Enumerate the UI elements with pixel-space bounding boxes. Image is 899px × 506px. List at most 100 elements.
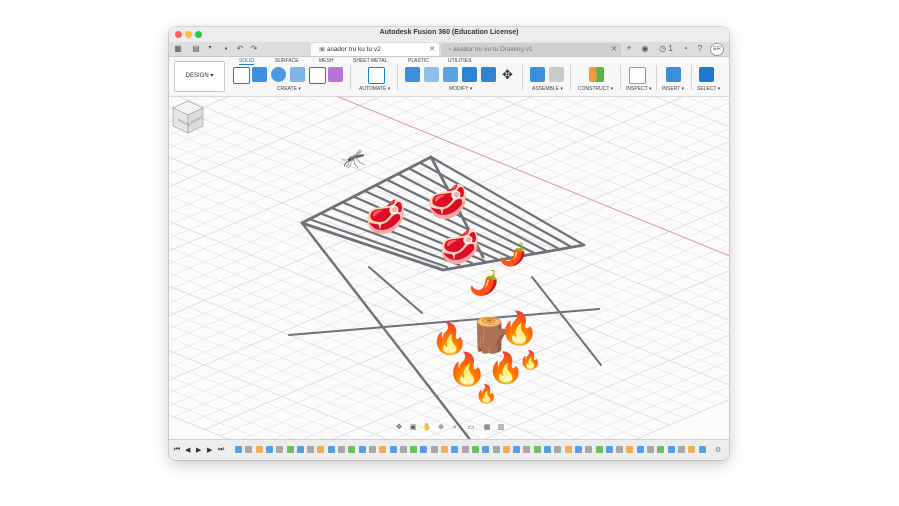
timeline-feature-icon[interactable]: [430, 446, 438, 453]
timeline-feature-icon[interactable]: [492, 446, 500, 453]
timeline-feature-icon[interactable]: [574, 446, 582, 453]
shell-icon[interactable]: [462, 67, 477, 82]
combine-icon[interactable]: [481, 67, 496, 82]
help-icon[interactable]: ?: [695, 44, 705, 53]
look-at-icon[interactable]: ▣: [407, 422, 419, 434]
select-icon[interactable]: [699, 67, 714, 82]
timeline-feature-icon[interactable]: [245, 446, 253, 453]
timeline-feature-icon[interactable]: [379, 446, 387, 453]
chamfer-icon[interactable]: [443, 67, 458, 82]
timeline-feature-icon[interactable]: [523, 446, 531, 453]
job-status-icon[interactable]: ◷ 1: [656, 44, 676, 53]
timeline-feature-icon[interactable]: [420, 446, 428, 453]
canvas-viewport[interactable]: 🦟 🥩 🥩 🥩 🌶️ 🌶️ 🪵 🔥 🔥 🔥 🔥 🔥 🔥 FRONT RIGHT …: [169, 97, 729, 459]
form-icon[interactable]: [328, 67, 343, 82]
view-cube[interactable]: FRONT RIGHT: [169, 97, 207, 137]
assemble-menu[interactable]: ASSEMBLE ▾: [532, 86, 563, 92]
sketch-icon[interactable]: [309, 67, 326, 84]
timeline-feature-icon[interactable]: [276, 446, 284, 453]
grid-settings-icon[interactable]: ▦: [481, 422, 493, 434]
file-menu-icon[interactable]: ▤: [191, 44, 201, 53]
press-pull-icon[interactable]: [405, 67, 420, 82]
timeline-feature-icon[interactable]: [358, 446, 366, 453]
next-step-icon[interactable]: ▶: [207, 446, 212, 454]
tab-surface[interactable]: SURFACE: [275, 58, 299, 64]
data-panel-icon[interactable]: ▦: [173, 44, 183, 53]
timeline-feature-icon[interactable]: [255, 446, 263, 453]
timeline-feature-icon[interactable]: [657, 446, 665, 453]
timeline-feature-icon[interactable]: [338, 446, 345, 453]
orbit-icon[interactable]: ✥: [393, 422, 405, 434]
inspect-menu[interactable]: INSPECT ▾: [626, 86, 651, 92]
play-icon[interactable]: ▶: [196, 446, 201, 454]
timeline-feature-icon[interactable]: [368, 446, 376, 453]
joint-icon[interactable]: [530, 67, 545, 82]
timeline-feature-icon[interactable]: [327, 446, 335, 453]
tab-solid[interactable]: SOLID: [239, 58, 255, 65]
timeline-feature-icon[interactable]: [564, 446, 572, 453]
timeline-feature-icon[interactable]: [647, 446, 654, 453]
zoom-icon[interactable]: ⊕: [435, 422, 447, 434]
timeline-feature-icon[interactable]: [399, 446, 407, 453]
display-settings-icon[interactable]: ▭: [465, 422, 477, 434]
extrude-icon[interactable]: [252, 67, 267, 82]
user-avatar[interactable]: ER: [710, 43, 724, 56]
insert-image-icon[interactable]: [666, 67, 681, 82]
move-icon[interactable]: ✥: [500, 67, 515, 82]
timeline-feature-icon[interactable]: [502, 446, 510, 453]
timeline-feature-icon[interactable]: [451, 446, 459, 453]
timeline-feature-icon[interactable]: [296, 446, 304, 453]
notifications-icon[interactable]: ◔: [680, 44, 690, 53]
insert-menu[interactable]: INSERT ▾: [662, 86, 684, 92]
close-tab-icon[interactable]: ✕: [429, 43, 435, 56]
file-menu-chevron-icon[interactable]: ▾: [205, 44, 215, 53]
timeline-feature-icon[interactable]: [317, 446, 325, 453]
construct-menu[interactable]: CONSTRUCT ▾: [578, 86, 613, 92]
save-icon[interactable]: ▪: [221, 44, 231, 53]
pan-icon[interactable]: ✋: [421, 422, 433, 434]
timeline-feature-icon[interactable]: [533, 446, 541, 453]
timeline-settings-icon[interactable]: ⚙: [715, 446, 721, 454]
timeline-feature-icon[interactable]: [677, 446, 685, 453]
measure-icon[interactable]: [629, 67, 646, 84]
timeline-feature-icon[interactable]: [482, 446, 490, 453]
undo-icon[interactable]: ↶: [235, 44, 245, 53]
timeline-feature-icon[interactable]: [471, 446, 479, 453]
revolve-icon[interactable]: [271, 67, 286, 82]
timeline-feature-icon[interactable]: [461, 446, 469, 453]
timeline-feature-icon[interactable]: [605, 446, 613, 453]
timeline-feature-icon[interactable]: [389, 446, 397, 453]
offset-plane-icon[interactable]: [589, 67, 604, 82]
viewports-icon[interactable]: ▥: [495, 422, 507, 434]
timeline-feature-icon[interactable]: [513, 446, 521, 453]
tab-plastic[interactable]: PLASTIC: [408, 58, 429, 64]
timeline-feature-icon[interactable]: [585, 446, 593, 453]
automate-menu[interactable]: AUTOMATE ▾: [359, 86, 390, 92]
timeline-feature-icon[interactable]: [441, 446, 448, 453]
redo-icon[interactable]: ↷: [249, 44, 259, 53]
timeline-feature-icon[interactable]: [554, 446, 562, 453]
new-component-icon[interactable]: [233, 67, 250, 84]
automate-icon[interactable]: [368, 67, 385, 84]
timeline-feature-icon[interactable]: [595, 446, 603, 453]
first-step-icon[interactable]: ⏮: [174, 446, 180, 454]
new-tab-icon[interactable]: +: [624, 44, 634, 53]
timeline-feature-icon[interactable]: [616, 446, 624, 453]
extensions-icon[interactable]: ◉: [640, 44, 650, 53]
fillet-icon[interactable]: [424, 67, 439, 82]
timeline-feature-icon[interactable]: [410, 446, 418, 453]
tab-mesh[interactable]: MESH: [319, 58, 333, 64]
last-step-icon[interactable]: ⏭: [218, 446, 224, 454]
tab-utilities[interactable]: UTILITIES: [448, 58, 471, 64]
hole-icon[interactable]: [290, 67, 305, 82]
workspace-switcher[interactable]: DESIGN ▾: [174, 61, 225, 92]
close-tab-icon[interactable]: ✕: [611, 43, 617, 56]
timeline-feature-icon[interactable]: [626, 446, 634, 453]
previous-step-icon[interactable]: ◀: [185, 446, 190, 454]
timeline-feature-icon[interactable]: [544, 446, 551, 453]
timeline-feature-icon[interactable]: [667, 446, 675, 453]
timeline-feature-icon[interactable]: [636, 446, 644, 453]
as-built-joint-icon[interactable]: [549, 67, 564, 82]
timeline-feature-icon[interactable]: [688, 446, 696, 453]
timeline-feature-icon[interactable]: [348, 446, 356, 453]
